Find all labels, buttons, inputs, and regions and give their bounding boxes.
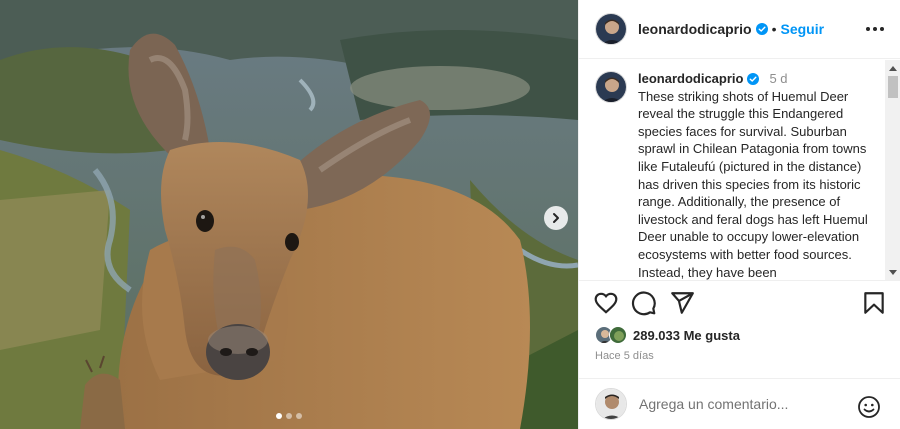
header-separator: •: [771, 21, 777, 37]
caption-scroll-area[interactable]: leonardodicaprio 5 d These striking shot…: [579, 60, 900, 281]
more-options-icon[interactable]: [866, 22, 884, 36]
action-bar: [593, 290, 887, 320]
caption-text: These striking shots of Huemul Deer reve…: [638, 88, 868, 280]
viewer-avatar: [595, 388, 627, 420]
post-photo[interactable]: [0, 0, 578, 429]
caption-scrollbar[interactable]: [885, 60, 900, 280]
share-icon[interactable]: [669, 290, 695, 316]
avatar-image: [596, 389, 626, 419]
likes-count[interactable]: 289.033 Me gusta: [633, 328, 740, 343]
caption-age: 5 d: [769, 71, 788, 86]
author-username[interactable]: leonardodicaprio: [638, 21, 752, 37]
carousel-next-button[interactable]: [544, 206, 568, 230]
carousel-dot-active: [276, 413, 282, 419]
verified-badge-icon: [747, 72, 760, 85]
follow-button[interactable]: Seguir: [780, 21, 824, 37]
caption-head: leonardodicaprio 5 d: [638, 70, 870, 88]
avatar-image: [610, 327, 626, 343]
avatar-image: [596, 14, 626, 44]
emoji-icon[interactable]: [857, 395, 881, 419]
caption-avatar[interactable]: [595, 71, 627, 103]
post-header: leonardodicaprio • Seguir: [579, 0, 900, 59]
caption-body: leonardodicaprio 5 d These striking shot…: [638, 70, 870, 280]
scrollbar-thumb[interactable]: [888, 76, 898, 98]
likes-row[interactable]: 289.033 Me gusta: [595, 326, 740, 344]
verified-badge-icon: [755, 23, 768, 35]
comment-bar: [579, 378, 900, 429]
deer-photo-image: [0, 0, 578, 429]
comment-input[interactable]: [639, 396, 839, 412]
caption-row: leonardodicaprio 5 d These striking shot…: [579, 60, 900, 280]
carousel-dot: [286, 413, 292, 419]
scroll-down-arrow-icon[interactable]: [889, 270, 897, 275]
bookmark-icon[interactable]: [861, 290, 887, 316]
author-avatar[interactable]: [595, 13, 627, 45]
more-dot: [873, 27, 877, 31]
avatar-image: [596, 72, 626, 102]
comment-icon[interactable]: [631, 290, 657, 316]
post-date: Hace 5 días: [595, 350, 654, 362]
more-dot: [866, 27, 870, 31]
chevron-right-icon: [553, 213, 559, 223]
caption-username[interactable]: leonardodicaprio: [638, 70, 743, 88]
carousel-indicator: [0, 413, 578, 419]
liker-avatar: [609, 326, 627, 344]
heart-icon[interactable]: [593, 290, 619, 316]
scroll-up-arrow-icon[interactable]: [889, 66, 897, 71]
post-sidebar: leonardodicaprio • Seguir leonardodicapr…: [578, 0, 900, 429]
carousel-dot: [296, 413, 302, 419]
more-dot: [880, 27, 884, 31]
